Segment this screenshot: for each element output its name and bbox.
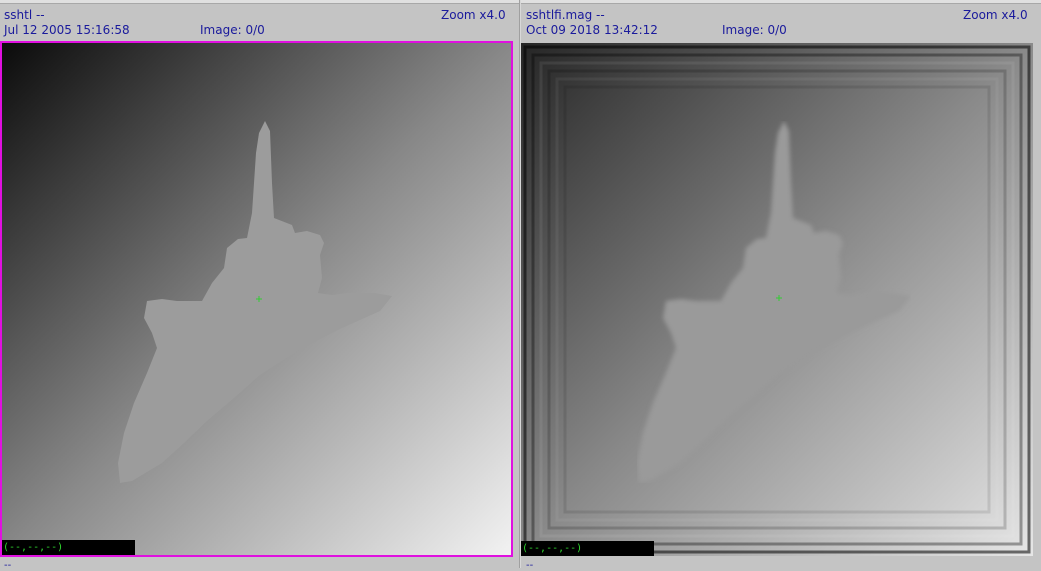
left-image-index: Image: 0/0 (200, 23, 265, 37)
right-coord-readout: (--,--,--) (521, 541, 654, 556)
left-image-title: sshtl -- (4, 8, 45, 22)
viewer-top-rule (521, 0, 1041, 4)
right-image-index: Image: 0/0 (722, 23, 787, 37)
left-zoom-label: Zoom x4.0 (441, 8, 506, 22)
right-image-viewer[interactable]: sshtlfi.mag -- Zoom x4.0 Oct 09 2018 13:… (521, 0, 1041, 571)
viewer-top-rule (0, 0, 520, 4)
left-footer-text: -- (4, 560, 12, 571)
right-footer-text: -- (526, 560, 534, 571)
right-timestamp: Oct 09 2018 13:42:12 (526, 23, 658, 37)
left-image-canvas[interactable]: (--,--,--) (0, 41, 513, 557)
right-image-canvas[interactable]: (--,--,--) (521, 43, 1033, 556)
right-zoom-label: Zoom x4.0 (963, 8, 1028, 22)
right-image-title: sshtlfi.mag -- (526, 8, 605, 22)
left-timestamp: Jul 12 2005 15:16:58 (4, 23, 130, 37)
left-coord-readout: (--,--,--) (2, 540, 135, 555)
left-image-viewer[interactable]: sshtl -- Zoom x4.0 Jul 12 2005 15:16:58 … (0, 0, 520, 571)
